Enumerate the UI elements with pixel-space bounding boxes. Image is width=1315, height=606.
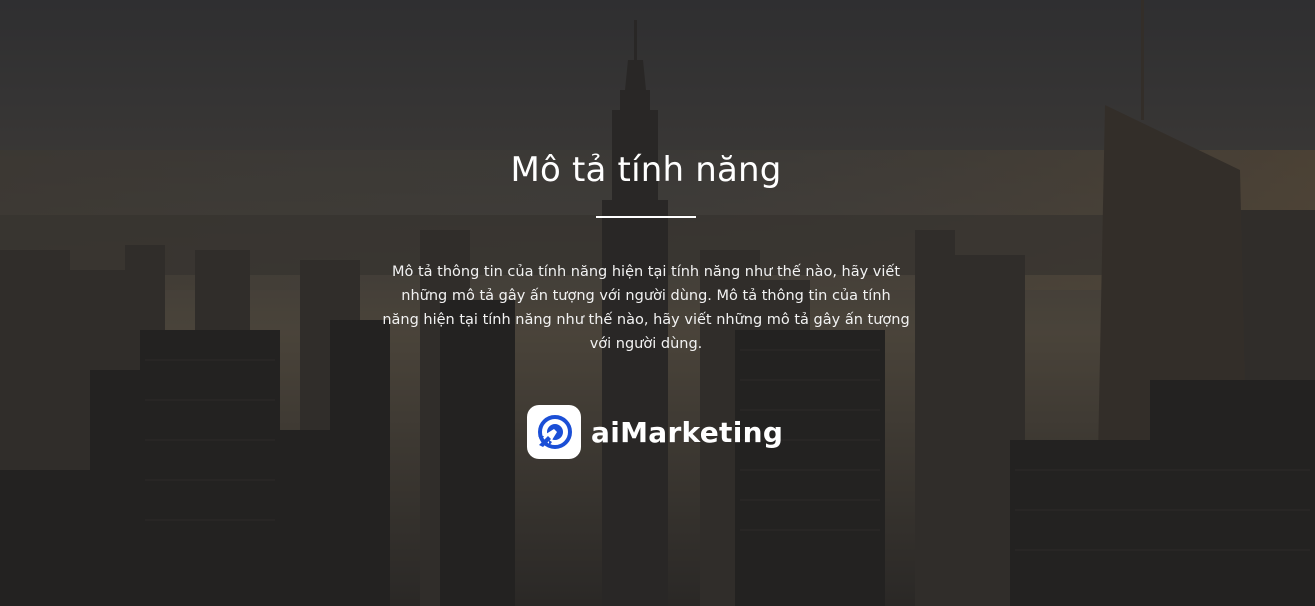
feature-title: Mô tả tính năng [510,150,782,190]
feature-hero-section: Mô tả tính năng Mô tả thông tin của tính… [0,0,1315,606]
feature-content: Mô tả tính năng Mô tả thông tin của tính… [0,0,1315,606]
brand-logo: aiMarketing [527,405,783,459]
feature-description: Mô tả thông tin của tính năng hiện tại t… [382,264,910,352]
rocket-target-icon [527,405,581,459]
title-divider [596,216,696,218]
brand-name: aiMarketing [591,415,784,449]
